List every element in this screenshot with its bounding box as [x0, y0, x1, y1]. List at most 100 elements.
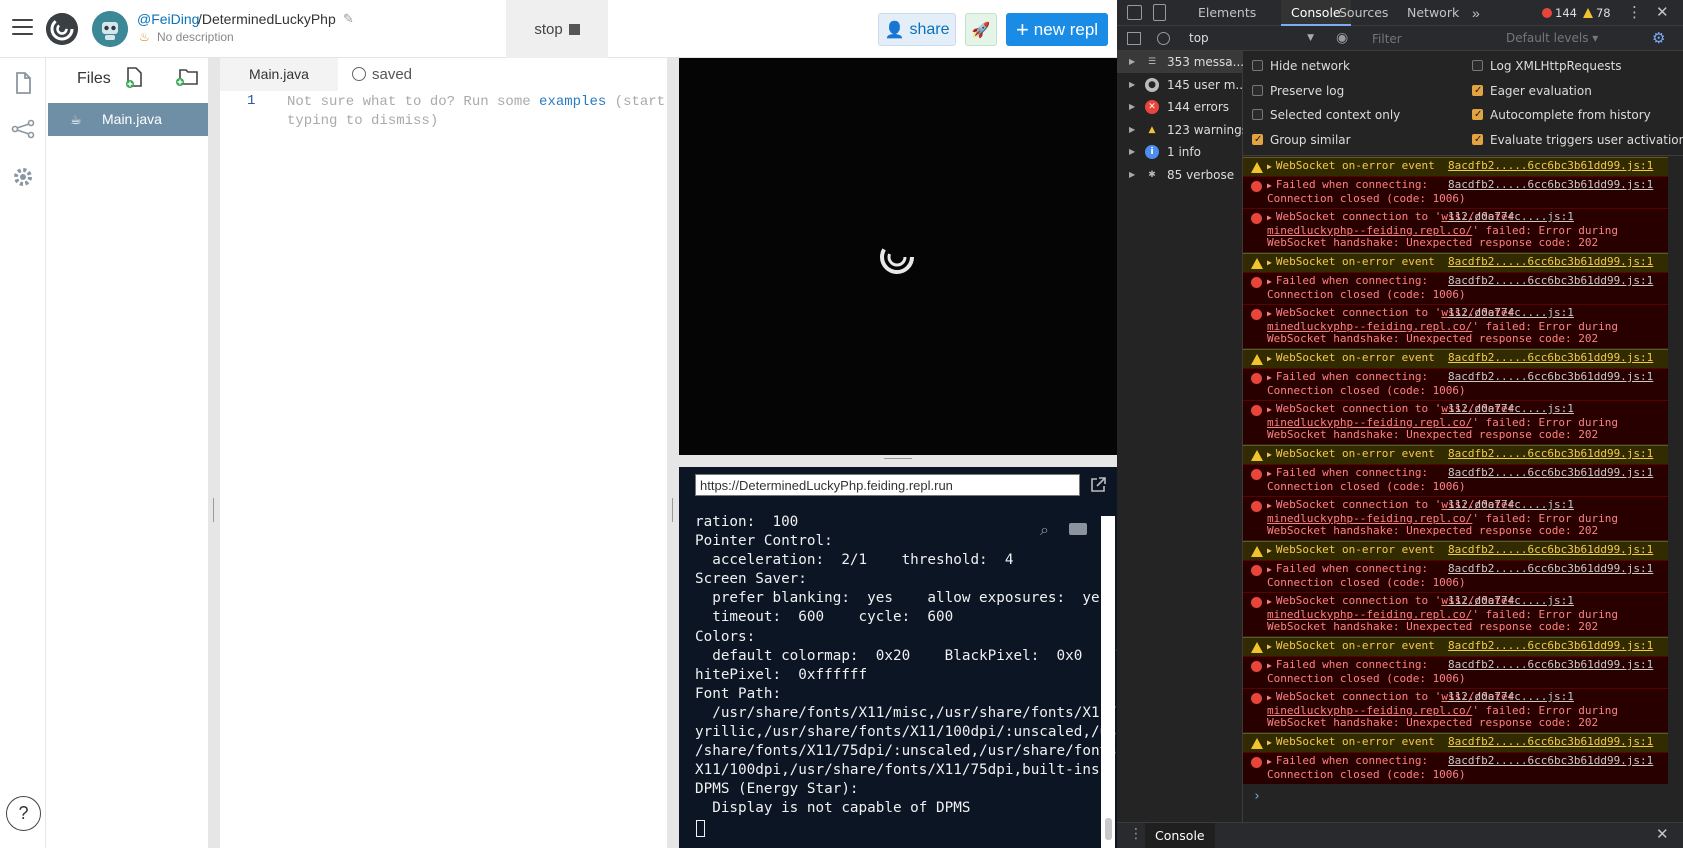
source-link[interactable]: 8acdfb2.....6cc6bc3b61dd99.js:1 [1448, 639, 1653, 653]
new-repl-button[interactable]: + new repl [1006, 13, 1108, 46]
source-link[interactable]: 8acdfb2.....6cc6bc3b61dd99.js:1 [1448, 735, 1653, 749]
version-control-icon[interactable] [10, 116, 36, 142]
more-tabs-chevron-icon[interactable]: » [1472, 0, 1480, 26]
source-link[interactable]: 8acdfb2.....6cc6bc3b61dd99.js:1 [1448, 754, 1653, 768]
websocket-url-link[interactable]: minedluckyphp--feiding.repl.co/ [1267, 320, 1472, 333]
source-link[interactable]: 112.d0a774c....js:1 [1448, 594, 1574, 608]
source-link[interactable]: 112.d0a774c....js:1 [1448, 210, 1574, 224]
source-link[interactable]: 8acdfb2.....6cc6bc3b61dd99.js:1 [1448, 274, 1653, 288]
issues-badge[interactable]: 144 78 [1542, 6, 1611, 20]
avatar[interactable] [92, 11, 128, 47]
repl-description[interactable]: No description [157, 30, 234, 44]
checkbox[interactable] [1472, 107, 1483, 123]
source-link[interactable]: 8acdfb2.....6cc6bc3b61dd99.js:1 [1448, 466, 1653, 480]
console-message-error[interactable]: ▶ WebSocket connection to 'wss://deter 112… [1243, 400, 1668, 444]
setting-evaluate-triggers-user-activation[interactable]: Evaluate triggers user activation [1472, 132, 1683, 148]
setting-preserve-log[interactable]: Preserve log [1252, 83, 1344, 99]
expand-triangle-icon[interactable]: ▶ [1267, 642, 1272, 651]
expand-triangle-icon[interactable]: ▶ [1267, 309, 1272, 318]
gear-icon[interactable] [10, 164, 36, 190]
console-message-error[interactable]: ▶ WebSocket connection to 'wss://deter 112… [1243, 688, 1668, 732]
source-link[interactable]: 8acdfb2.....6cc6bc3b61dd99.js:1 [1448, 543, 1653, 557]
console-message-warning[interactable]: ▶ WebSocket on-error event 8acdfb2.....6cc… [1243, 445, 1668, 465]
replit-logo-icon[interactable] [46, 13, 78, 45]
console-message-error[interactable]: ▶ Failed when connecting: 8acdfb2.....6cc6… [1243, 752, 1668, 784]
console-message-error[interactable]: ▶ WebSocket connection to 'wss://deter 112… [1243, 496, 1668, 540]
add-folder-icon[interactable] [175, 67, 199, 87]
expand-triangle-icon[interactable]: ▶ [1267, 757, 1272, 766]
tab-network[interactable]: Network [1399, 0, 1467, 26]
expand-triangle-icon[interactable]: ▶ [1267, 565, 1272, 574]
console-prompt[interactable] [1243, 787, 1668, 811]
repl-name[interactable]: /DeterminedLuckyPhp [198, 11, 336, 27]
search-icon[interactable]: ⌕ [1040, 522, 1049, 540]
expand-triangle-icon[interactable]: ▶ [1267, 450, 1272, 459]
source-link[interactable]: 8acdfb2.....6cc6bc3b61dd99.js:1 [1448, 447, 1653, 461]
expand-triangle-icon[interactable]: ▶ [1129, 164, 1135, 186]
drawer-menu-icon[interactable]: ⋮ [1129, 825, 1143, 842]
source-link[interactable]: 8acdfb2.....6cc6bc3b61dd99.js:1 [1448, 178, 1653, 192]
console-scrollbar[interactable] [1668, 157, 1683, 787]
console-message-error[interactable]: ▶ WebSocket connection to 'wss://deter 112… [1243, 208, 1668, 252]
expand-triangle-icon[interactable]: ▶ [1129, 96, 1135, 118]
checkbox[interactable] [1252, 132, 1263, 148]
open-external-icon[interactable] [1089, 476, 1107, 494]
share-button[interactable]: 👤 share [878, 13, 956, 46]
console-message-error[interactable]: ▶ WebSocket connection to 'wss://deter 112… [1243, 304, 1668, 348]
device-toolbar-icon[interactable] [1153, 4, 1166, 21]
panel-resize-handle-horizontal[interactable] [679, 455, 1117, 467]
setting-hide-network[interactable]: Hide network [1252, 58, 1350, 74]
hamburger-menu-icon[interactable] [12, 19, 33, 36]
checkbox[interactable] [1252, 109, 1263, 120]
tab-elements[interactable]: Elements [1190, 0, 1264, 26]
close-icon[interactable]: ✕ [1656, 825, 1669, 843]
repl-owner-link[interactable]: @FeiDing [137, 11, 199, 27]
checkbox[interactable] [1472, 83, 1483, 99]
websocket-url-link[interactable]: minedluckyphp--feiding.repl.co/ [1267, 608, 1472, 621]
source-link[interactable]: 112.d0a774c....js:1 [1448, 402, 1574, 416]
drawer-tab-console[interactable]: Console [1145, 823, 1215, 848]
websocket-url-link[interactable]: minedluckyphp--feiding.repl.co/ [1267, 704, 1472, 717]
websocket-url-link[interactable]: minedluckyphp--feiding.repl.co/ [1267, 416, 1472, 429]
code-editor[interactable] [220, 58, 667, 848]
setting-selected-context-only[interactable]: Selected context only [1252, 107, 1400, 123]
source-link[interactable]: 8acdfb2.....6cc6bc3b61dd99.js:1 [1448, 658, 1653, 672]
source-link[interactable]: 112.d0a774c....js:1 [1448, 306, 1574, 320]
expand-triangle-icon[interactable]: ▶ [1267, 661, 1272, 670]
sidebar-item-info[interactable]: ▶ i 1 info [1117, 141, 1243, 163]
checkbox[interactable] [1252, 84, 1263, 96]
context-selector[interactable]: top ▼ [1185, 28, 1320, 49]
source-link[interactable]: 8acdfb2.....6cc6bc3b61dd99.js:1 [1448, 562, 1653, 576]
expand-triangle-icon[interactable]: ▶ [1267, 181, 1272, 190]
sidebar-item-list[interactable]: ▶ ☰ 353 messa... [1117, 51, 1243, 73]
console-message-error[interactable]: ▶ Failed when connecting: 8acdfb2.....6cc6… [1243, 560, 1668, 592]
panel-resize-handle[interactable] [208, 58, 220, 848]
console-message-error[interactable]: ▶ Failed when connecting: 8acdfb2.....6cc6… [1243, 368, 1668, 400]
file-item-main-java[interactable]: ☕ Main.java [48, 103, 208, 136]
expand-triangle-icon[interactable]: ▶ [1129, 141, 1135, 163]
clear-console-icon[interactable] [1157, 32, 1170, 45]
console-message-error[interactable]: ▶ WebSocket connection to 'wss://deter 112… [1243, 592, 1668, 636]
console-message-warning[interactable]: ▶ WebSocket on-error event 8acdfb2.....6cc… [1243, 541, 1668, 561]
log-levels-dropdown[interactable]: Default levels ▾ [1506, 28, 1598, 49]
checkbox[interactable] [1472, 132, 1483, 148]
sidebar-item-warning[interactable]: ▶ ▲ 123 warnings [1117, 119, 1243, 141]
tab-main-java[interactable]: Main.java [220, 58, 338, 91]
add-file-icon[interactable] [125, 66, 145, 88]
terminal-scrollbar-thumb[interactable] [1105, 818, 1112, 840]
stop-button[interactable]: stop [506, 0, 608, 58]
kebab-menu-icon[interactable]: ⋮ [1627, 0, 1642, 26]
clear-console-icon[interactable] [1069, 523, 1087, 535]
source-link[interactable]: 112.d0a774c....js:1 [1448, 690, 1574, 704]
setting-group-similar[interactable]: Group similar [1252, 132, 1351, 148]
setting-log-xmlhttprequests[interactable]: Log XMLHttpRequests [1472, 58, 1622, 74]
expand-triangle-icon[interactable]: ▶ [1267, 277, 1272, 286]
checkbox[interactable] [1472, 60, 1483, 71]
expand-triangle-icon[interactable]: ▶ [1129, 51, 1135, 73]
source-link[interactable]: 112.d0a774c....js:1 [1448, 498, 1574, 512]
source-link[interactable]: 8acdfb2.....6cc6bc3b61dd99.js:1 [1448, 370, 1653, 384]
help-button[interactable]: ? [6, 796, 41, 831]
expand-triangle-icon[interactable]: ▶ [1267, 469, 1272, 478]
live-expression-eye-icon[interactable]: ◉ [1336, 29, 1348, 46]
expand-triangle-icon[interactable]: ▶ [1267, 546, 1272, 555]
